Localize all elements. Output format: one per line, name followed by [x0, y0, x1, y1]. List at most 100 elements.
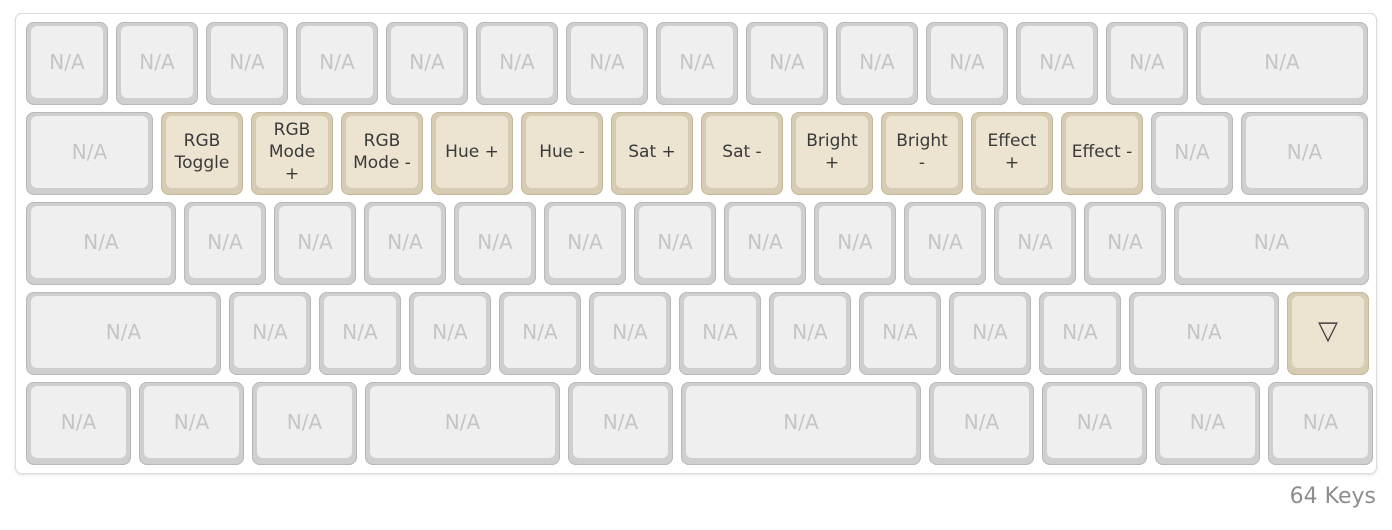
- keyboard-key[interactable]: N/A: [814, 202, 896, 285]
- key-label: N/A: [286, 410, 323, 434]
- keyboard-key[interactable]: N/A: [681, 382, 921, 465]
- keyboard-key[interactable]: Effect -: [1061, 112, 1143, 195]
- keyboard-key[interactable]: N/A: [454, 202, 536, 285]
- keyboard-key[interactable]: N/A: [26, 22, 108, 105]
- keyboard-key[interactable]: N/A: [184, 202, 266, 285]
- keyboard-key[interactable]: N/A: [769, 292, 851, 375]
- keyboard-key[interactable]: N/A: [296, 22, 378, 105]
- key-label: N/A: [387, 230, 423, 254]
- keyboard-key[interactable]: N/A: [634, 202, 716, 285]
- keyboard-key[interactable]: N/A: [26, 292, 221, 375]
- key-cap: N/A: [1179, 206, 1364, 278]
- keyboard-key[interactable]: N/A: [656, 22, 738, 105]
- keyboard-key[interactable]: Effect +: [971, 112, 1053, 195]
- keyboard-key[interactable]: N/A: [319, 292, 401, 375]
- keyboard-key[interactable]: N/A: [1106, 22, 1188, 105]
- keyboard-key[interactable]: N/A: [1016, 22, 1098, 105]
- keyboard-key[interactable]: Bright +: [791, 112, 873, 195]
- key-label: N/A: [49, 50, 85, 74]
- keyboard-key[interactable]: N/A: [724, 202, 806, 285]
- keyboard-key[interactable]: N/A: [746, 22, 828, 105]
- key-count-label: 64 Keys: [1289, 484, 1376, 509]
- key-label: N/A: [444, 410, 481, 434]
- keyboard-key[interactable]: N/A: [566, 22, 648, 105]
- key-label: Sat -: [722, 141, 762, 162]
- key-cap: Sat +: [616, 116, 688, 188]
- keyboard-key[interactable]: RGB Mode +: [251, 112, 333, 195]
- keyboard-key[interactable]: N/A: [116, 22, 198, 105]
- keyboard-key[interactable]: N/A: [568, 382, 673, 465]
- keyboard-key[interactable]: N/A: [252, 382, 357, 465]
- keyboard-key[interactable]: N/A: [589, 292, 671, 375]
- keyboard-key[interactable]: N/A: [1155, 382, 1260, 465]
- key-cap: N/A: [504, 296, 576, 368]
- keyboard-key[interactable]: N/A: [409, 292, 491, 375]
- keyboard-key[interactable]: N/A: [994, 202, 1076, 285]
- keyboard-key[interactable]: N/A: [544, 202, 626, 285]
- keyboard-key[interactable]: N/A: [929, 382, 1034, 465]
- keyboard-key[interactable]: N/A: [206, 22, 288, 105]
- keyboard-key[interactable]: N/A: [26, 112, 153, 195]
- key-label: Sat +: [628, 141, 676, 162]
- key-cap: N/A: [1047, 386, 1142, 458]
- key-label: N/A: [60, 410, 97, 434]
- keyboard-key[interactable]: N/A: [365, 382, 560, 465]
- keyboard-key[interactable]: Hue +: [431, 112, 513, 195]
- key-cap: N/A: [459, 206, 531, 278]
- keyboard-key[interactable]: N/A: [1151, 112, 1233, 195]
- keyboard-key[interactable]: Sat -: [701, 112, 783, 195]
- key-cap: Bright -: [886, 116, 958, 188]
- keyboard-key[interactable]: N/A: [229, 292, 311, 375]
- keyboard-key[interactable]: N/A: [1241, 112, 1368, 195]
- key-cap: N/A: [31, 296, 216, 368]
- key-cap: N/A: [481, 26, 553, 98]
- key-label: N/A: [882, 320, 918, 344]
- keyboard-key[interactable]: Hue -: [521, 112, 603, 195]
- keyboard-key[interactable]: N/A: [26, 202, 176, 285]
- keyboard-key[interactable]: N/A: [26, 382, 131, 465]
- key-cap: N/A: [841, 26, 913, 98]
- key-label: N/A: [1189, 410, 1226, 434]
- key-label: N/A: [1062, 320, 1098, 344]
- keyboard-key[interactable]: N/A: [1039, 292, 1121, 375]
- key-cap: N/A: [729, 206, 801, 278]
- key-label: N/A: [1076, 410, 1113, 434]
- key-cap: N/A: [686, 386, 916, 458]
- keyboard-key[interactable]: RGB Toggle: [161, 112, 243, 195]
- keyboard-key[interactable]: N/A: [1174, 202, 1369, 285]
- key-cap: Hue +: [436, 116, 508, 188]
- key-label: N/A: [1253, 230, 1290, 254]
- keyboard-key[interactable]: N/A: [476, 22, 558, 105]
- key-label: N/A: [769, 50, 805, 74]
- keyboard-key[interactable]: N/A: [499, 292, 581, 375]
- key-label: N/A: [207, 230, 243, 254]
- key-arrow-down[interactable]: ▽: [1287, 292, 1369, 375]
- key-label: Bright +: [806, 130, 858, 173]
- key-cap: N/A: [931, 26, 1003, 98]
- key-label: N/A: [297, 230, 333, 254]
- keyboard-key[interactable]: N/A: [1042, 382, 1147, 465]
- keyboard-key[interactable]: N/A: [1084, 202, 1166, 285]
- keyboard-key[interactable]: N/A: [139, 382, 244, 465]
- keyboard-key[interactable]: N/A: [679, 292, 761, 375]
- keyboard-key[interactable]: N/A: [949, 292, 1031, 375]
- keyboard-key[interactable]: N/A: [836, 22, 918, 105]
- key-label: N/A: [589, 50, 625, 74]
- key-cap: N/A: [1273, 386, 1368, 458]
- keyboard-key[interactable]: N/A: [1129, 292, 1279, 375]
- key-cap: N/A: [31, 116, 148, 188]
- keyboard-key[interactable]: N/A: [1196, 22, 1368, 105]
- keyboard-key[interactable]: N/A: [904, 202, 986, 285]
- key-cap: ▽: [1292, 296, 1364, 368]
- keyboard-key[interactable]: N/A: [859, 292, 941, 375]
- keyboard-key[interactable]: N/A: [274, 202, 356, 285]
- keyboard-key[interactable]: N/A: [386, 22, 468, 105]
- keyboard-key[interactable]: N/A: [926, 22, 1008, 105]
- keyboard-key[interactable]: Bright -: [881, 112, 963, 195]
- key-label: N/A: [1186, 320, 1222, 344]
- keyboard-key[interactable]: RGB Mode -: [341, 112, 423, 195]
- key-cap: N/A: [1111, 26, 1183, 98]
- keyboard-key[interactable]: N/A: [364, 202, 446, 285]
- keyboard-key[interactable]: Sat +: [611, 112, 693, 195]
- keyboard-key[interactable]: N/A: [1268, 382, 1373, 465]
